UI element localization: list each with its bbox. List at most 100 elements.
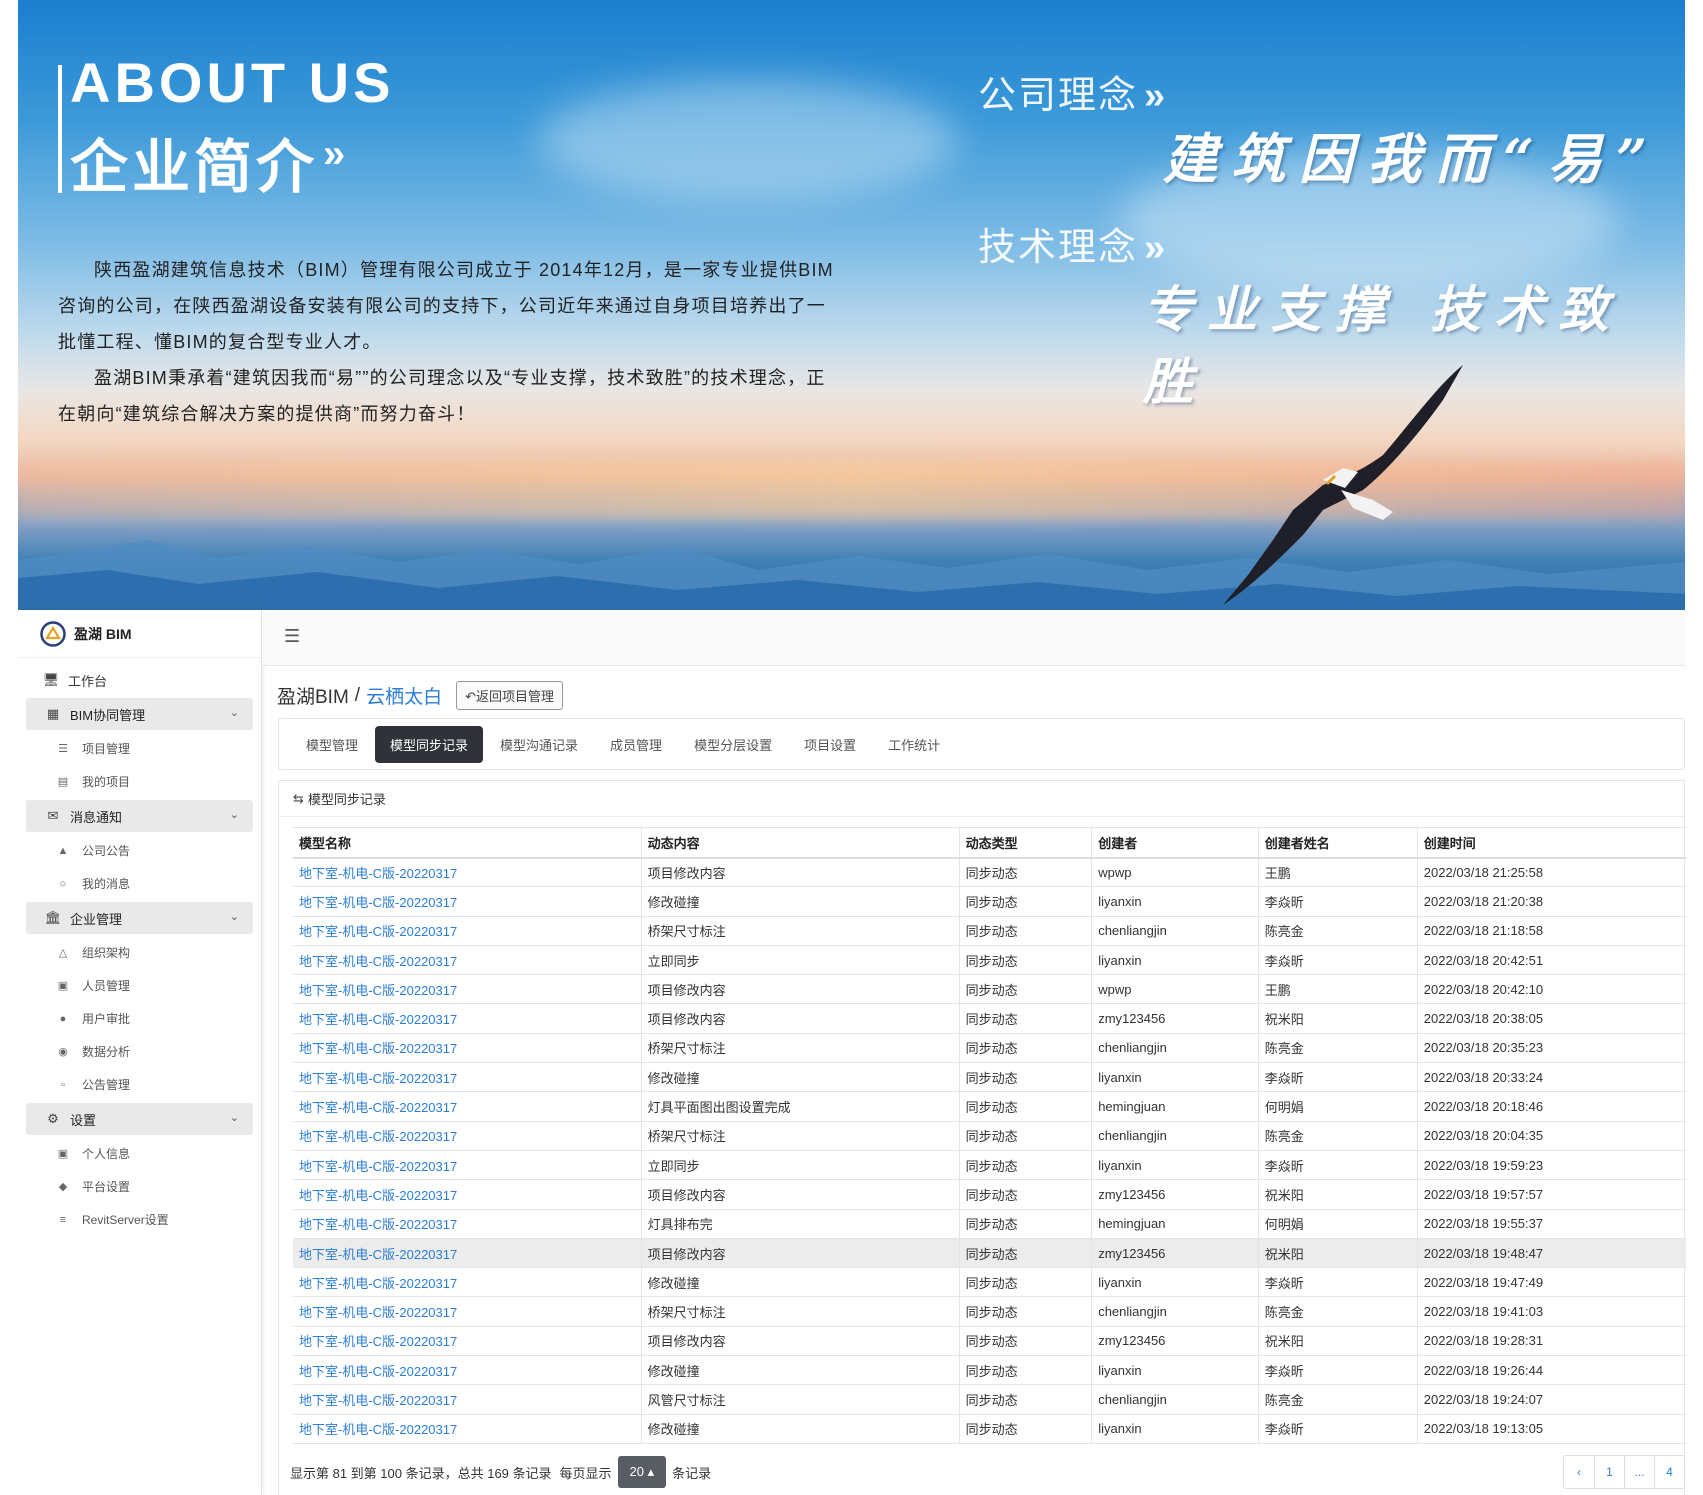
- sidebar-item-company-notice[interactable]: ▲ 公司公告: [18, 834, 261, 867]
- sidebar-item-user-approval[interactable]: ● 用户审批: [18, 1002, 261, 1035]
- model-link[interactable]: 地下室-机电-C版-20220317: [293, 1121, 642, 1151]
- per-page-select[interactable]: 20 ▴: [617, 1456, 667, 1488]
- table-cell: liyanxin: [1091, 1355, 1259, 1386]
- table-cell: 风管尺寸标注: [640, 1384, 960, 1415]
- sidebar-group-settings[interactable]: ⚙ 设置 ⌄: [26, 1103, 253, 1135]
- model-link[interactable]: 地下室-机电-C版-20220317: [293, 1062, 642, 1093]
- table-cell: 同步动态: [958, 1121, 1092, 1151]
- pager-page-button[interactable]: 4: [1654, 1456, 1684, 1488]
- sidebar-group-label: 企业管理: [70, 911, 123, 927]
- model-link[interactable]: 地下室-机电-C版-20220317: [293, 1003, 642, 1034]
- table-cell: 王鹏: [1257, 857, 1418, 888]
- model-link[interactable]: 地下室-机电-C版-20220317: [293, 1296, 642, 1327]
- table-cell: 李焱昕: [1257, 1150, 1418, 1181]
- table-cell: 2022/03/18 19:28:31: [1416, 1326, 1686, 1357]
- tab-3[interactable]: 成员管理: [595, 726, 677, 763]
- sidebar-group-bim[interactable]: ▦ BIM协同管理 ⌄: [26, 698, 253, 730]
- sidebar-item-platform-settings[interactable]: ◆ 平台设置: [18, 1170, 261, 1203]
- double-chevron-icon: »: [1144, 75, 1168, 117]
- gear-icon: ⚙: [47, 1111, 59, 1126]
- table-cell: 祝米阳: [1257, 1179, 1418, 1210]
- tab-5[interactable]: 项目设置: [789, 726, 871, 763]
- model-link[interactable]: 地下室-机电-C版-20220317: [293, 1179, 642, 1210]
- per-page-value: 20: [629, 1464, 644, 1479]
- sidebar-item-label: 工作台: [68, 673, 108, 689]
- table-cell: 项目修改内容: [640, 1238, 960, 1269]
- sidebar-group-enterprise[interactable]: 🏛 企业管理 ⌄: [26, 902, 253, 934]
- model-link[interactable]: 地下室-机电-C版-20220317: [293, 1384, 642, 1415]
- tab-bar: 模型管理 模型同步记录 模型沟通记录 成员管理 模型分层设置 项目设置 工作统计: [278, 718, 1685, 770]
- table-cell: 同步动态: [958, 1003, 1092, 1034]
- table-cell: 2022/03/18 19:24:07: [1416, 1384, 1686, 1415]
- panel-title-text: 模型同步记录: [307, 792, 386, 807]
- table-cell: 项目修改内容: [640, 857, 960, 888]
- sidebar-item-label: 我的消息: [82, 877, 131, 891]
- sidebar-item-personal-info[interactable]: ▣ 个人信息: [18, 1137, 261, 1170]
- model-link[interactable]: 地下室-机电-C版-20220317: [293, 1033, 642, 1064]
- reply-arrow-icon: ↶: [465, 689, 476, 704]
- table-cell: liyanxin: [1091, 886, 1259, 917]
- model-link[interactable]: 地下室-机电-C版-20220317: [293, 1238, 642, 1269]
- column-header[interactable]: 动态内容: [640, 827, 960, 859]
- tab-0[interactable]: 模型管理: [291, 726, 373, 763]
- tab-2[interactable]: 模型沟通记录: [485, 726, 593, 763]
- tab-1[interactable]: 模型同步记录: [375, 725, 484, 763]
- sidebar-item-revitserver-settings[interactable]: ≡ RevitServer设置: [18, 1203, 261, 1236]
- column-header[interactable]: 模型名称: [293, 827, 642, 859]
- pagination: ‹ 1... 4: [1563, 1455, 1685, 1489]
- breadcrumb-project[interactable]: 云栖太白: [366, 682, 442, 709]
- tab-6[interactable]: 工作统计: [873, 726, 955, 763]
- column-header[interactable]: 创建者: [1091, 827, 1259, 859]
- sidebar-item-label: 公告管理: [82, 1078, 131, 1092]
- breadcrumb-root[interactable]: 盈湖BIM: [277, 682, 349, 709]
- model-link[interactable]: 地下室-机电-C版-20220317: [293, 1091, 642, 1122]
- bank-icon: 🏛: [44, 910, 62, 925]
- table-row: 地下室-机电-C版-20220317 立即同步 同步动态 liyanxin 李焱昕 202…: [293, 945, 1686, 976]
- sidebar-item-data-analysis[interactable]: ◉ 数据分析: [18, 1035, 261, 1068]
- model-link[interactable]: 地下室-机电-C版-20220317: [293, 945, 642, 976]
- concept-label-text: 公司理念: [978, 75, 1139, 117]
- pager-page-button[interactable]: ...: [1624, 1456, 1654, 1488]
- pager-page-button[interactable]: 1: [1594, 1456, 1624, 1488]
- model-link[interactable]: 地下室-机电-C版-20220317: [293, 1414, 642, 1444]
- column-header[interactable]: 动态类型: [958, 827, 1092, 859]
- column-header[interactable]: 创建者姓名: [1257, 827, 1418, 859]
- concept-label-text: 技术理念: [978, 227, 1139, 269]
- intro-paragraph-2: 盈湖BIM秉承着“建筑因我而“易””的公司理念以及“专业支撑，技术致胜”的技术理…: [58, 368, 826, 424]
- model-link[interactable]: 地下室-机电-C版-20220317: [293, 1267, 642, 1298]
- table-cell: liyanxin: [1091, 1414, 1259, 1444]
- table-cell: 2022/03/18 20:42:51: [1416, 945, 1686, 976]
- sidebar-item-notice-management[interactable]: ▫ 公告管理: [18, 1068, 261, 1101]
- table-cell: 李焱昕: [1257, 1414, 1418, 1444]
- pager-prev-button[interactable]: ‹: [1564, 1456, 1594, 1488]
- sidebar-item-project-management[interactable]: ☰ 项目管理: [18, 732, 261, 765]
- column-header[interactable]: 创建时间: [1416, 827, 1686, 859]
- table-cell: zmy123456: [1091, 1326, 1259, 1357]
- sidebar-group-messages[interactable]: ✉ 消息通知 ⌄: [26, 800, 253, 832]
- hamburger-menu-icon[interactable]: ☰: [284, 626, 300, 647]
- id-card-icon: ▣: [57, 980, 69, 992]
- model-link[interactable]: 地下室-机电-C版-20220317: [293, 916, 642, 946]
- table-cell: 祝米阳: [1257, 1326, 1418, 1357]
- model-link[interactable]: 地下室-机电-C版-20220317: [293, 1355, 642, 1386]
- table-cell: 何明娟: [1257, 1091, 1418, 1122]
- tab-4[interactable]: 模型分层设置: [679, 726, 787, 763]
- table-cell: 同步动态: [958, 945, 1092, 976]
- model-link[interactable]: 地下室-机电-C版-20220317: [293, 1326, 642, 1357]
- network-icon: ▦: [46, 706, 60, 721]
- model-link[interactable]: 地下室-机电-C版-20220317: [293, 886, 642, 917]
- table-cell: 同步动态: [958, 1209, 1092, 1239]
- table-cell: 祝米阳: [1257, 1238, 1418, 1269]
- back-to-projects-button[interactable]: ↶返回项目管理: [456, 681, 563, 710]
- top-bar: ☰: [262, 610, 1685, 666]
- model-link[interactable]: 地下室-机电-C版-20220317: [293, 1209, 642, 1239]
- sidebar-item-my-projects[interactable]: ▤ 我的项目: [18, 765, 261, 798]
- sidebar-item-staff-management[interactable]: ▣ 人员管理: [18, 969, 261, 1002]
- brand[interactable]: 盈湖 BIM: [18, 610, 261, 658]
- sidebar-item-org-structure[interactable]: △ 组织架构: [18, 936, 261, 969]
- model-link[interactable]: 地下室-机电-C版-20220317: [293, 1150, 642, 1181]
- sidebar-item-workbench[interactable]: 🖥 工作台: [26, 664, 253, 696]
- model-link[interactable]: 地下室-机电-C版-20220317: [293, 857, 642, 888]
- sidebar-item-my-messages[interactable]: ○ 我的消息: [18, 867, 261, 900]
- model-link[interactable]: 地下室-机电-C版-20220317: [293, 974, 642, 1005]
